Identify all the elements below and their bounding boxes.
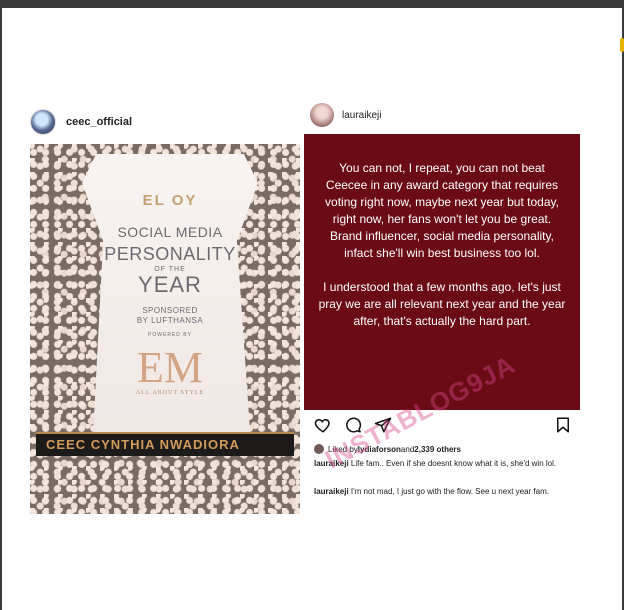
quote-paragraph-1: You can not, I repeat, you can not beat … [325, 161, 559, 260]
caption-2-user[interactable]: lauraikeji [314, 487, 349, 496]
right-post-header: lauraikeji [304, 96, 381, 134]
liked-mid: and [400, 444, 415, 454]
nameplate: CEEC CYNTHIA NWADIORA [36, 432, 294, 456]
liked-count[interactable]: 2,339 others [414, 445, 461, 454]
plaque-logo: EL OY [142, 192, 198, 209]
heart-icon[interactable] [314, 416, 332, 434]
avatar[interactable] [30, 109, 56, 135]
edge-marker [620, 38, 624, 52]
plaque-line-1: SOCIAL MEDIA [117, 224, 223, 240]
left-post-header: ceec_official [30, 104, 132, 140]
left-instagram-post: ceec_official EL OY SOCIAL MEDIA PERSONA… [30, 104, 300, 514]
award-plaque: EL OY SOCIAL MEDIA PERSONALITY OF THE YE… [82, 154, 258, 444]
award-photo: EL OY SOCIAL MEDIA PERSONALITY OF THE YE… [30, 144, 300, 514]
username[interactable]: lauraikeji [342, 110, 381, 121]
quote-paragraph-2: I understood that a few months ago, let'… [318, 280, 566, 328]
plaque-line-6: BY LUFTHANSA [136, 316, 204, 325]
plaque-line-4: YEAR [138, 272, 202, 297]
em-logo: EM [137, 343, 203, 392]
caption-1-text: Life fam.. Even if she doesnt know what … [348, 459, 557, 468]
plaque-line-5: SPONSORED [142, 306, 198, 315]
nameplate-text: CEEC CYNTHIA NWADIORA [46, 437, 240, 452]
avatar[interactable] [310, 103, 334, 127]
caption-2: lauraikeji I'm not mad, I just go with t… [314, 486, 564, 497]
caption-2-text: I'm not mad, I just go with the flow. Se… [348, 487, 549, 496]
bookmark-icon[interactable] [554, 416, 572, 434]
plaque-line-2: PERSONALITY [104, 244, 236, 264]
em-tagline: ALL ABOUT STYLE [135, 390, 205, 396]
quote-card: You can not, I repeat, you can not beat … [304, 134, 580, 410]
plaque-line-7: POWERED BY [148, 332, 192, 338]
username[interactable]: ceec_official [66, 116, 132, 128]
